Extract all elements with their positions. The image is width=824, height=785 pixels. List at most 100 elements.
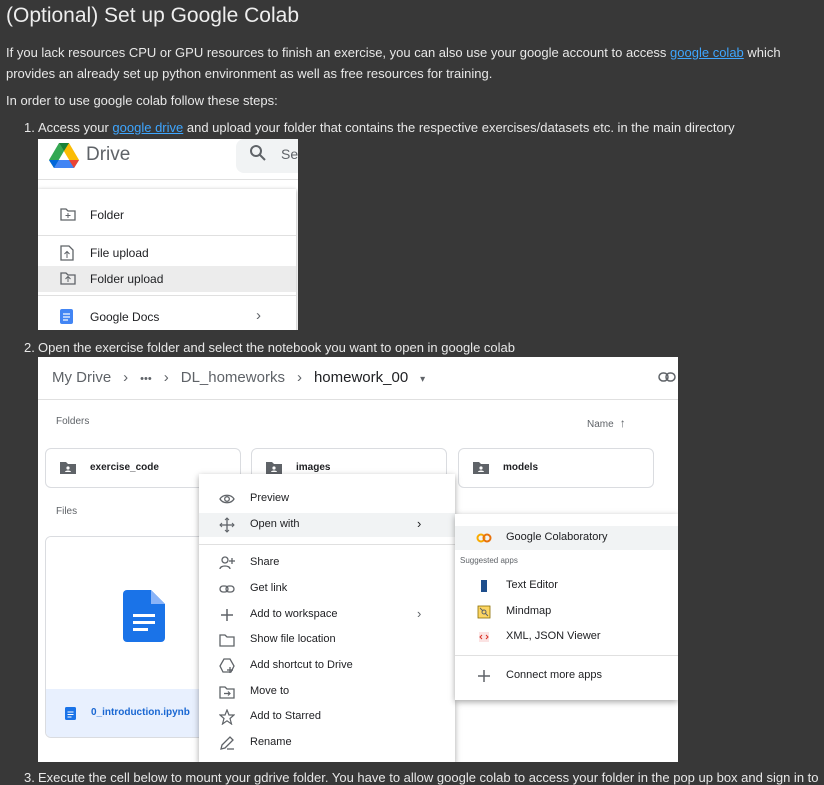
menu-item-add-to-starred[interactable]: Add to Starred (199, 705, 455, 729)
menu-item-label: Connect more apps (506, 669, 602, 681)
search-icon[interactable] (249, 144, 267, 162)
menu-item-open-with[interactable]: Open with › (199, 513, 455, 537)
star-icon (219, 709, 235, 725)
pencil-icon (220, 736, 234, 750)
step-text: Access your (38, 120, 113, 135)
menu-item-google-docs[interactable]: Google Docs › (38, 304, 296, 330)
link-icon (219, 585, 235, 593)
divider (38, 399, 678, 400)
breadcrumb-separator: › (296, 369, 302, 386)
menu-item-add-to-workspace[interactable]: Add to workspace › (199, 603, 455, 627)
breadcrumb-my-drive[interactable]: My Drive (52, 369, 111, 386)
file-upload-icon (60, 245, 74, 261)
folder-shared-icon (60, 462, 76, 474)
google-drive-link[interactable]: google drive (112, 120, 183, 135)
file-context-menu: Preview Open with › Share Get link Add t… (199, 474, 455, 762)
drive-topbar: Drive Sea (38, 139, 298, 180)
plus-icon (478, 670, 490, 682)
step-text: Open the exercise folder and select the … (38, 340, 515, 355)
add-shortcut-icon (219, 658, 235, 673)
menu-item-text-editor[interactable]: Text Editor (455, 574, 678, 598)
folder-name: models (503, 462, 539, 473)
intro-text: If you lack resources CPU or GPU resourc… (6, 45, 671, 60)
chevron-right-icon: › (256, 307, 261, 324)
dropdown-arrow-icon[interactable]: ▾ (420, 374, 425, 385)
menu-item-label: Add to Starred (250, 710, 321, 722)
move-folder-icon (219, 686, 235, 699)
menu-item-get-link[interactable]: Get link (199, 577, 455, 601)
menu-item-folder-upload[interactable]: Folder upload (38, 266, 296, 292)
menu-item-add-shortcut[interactable]: Add shortcut to Drive (199, 654, 455, 678)
menu-item-preview[interactable]: Preview (199, 487, 455, 511)
menu-item-label: Show file location (250, 633, 336, 645)
eye-icon (219, 494, 235, 504)
sort-label: Name (587, 419, 614, 430)
breadcrumb: My Drive › ••• › DL_homeworks › homework_00 ▾ (52, 369, 437, 386)
folder-upload-icon (60, 272, 76, 285)
menu-divider (199, 544, 455, 545)
menu-item-label: XML, JSON Viewer (506, 630, 601, 642)
menu-item-label: Google Docs (90, 310, 160, 324)
xml-viewer-icon (479, 632, 489, 642)
menu-item-file-upload[interactable]: File upload (38, 240, 296, 266)
open-with-submenu: Google Colaboratory Suggested apps Text … (455, 514, 678, 700)
intro-paragraph: If you lack resources CPU or GPU resourc… (6, 42, 818, 84)
menu-divider (38, 235, 296, 236)
chevron-right-icon: › (417, 606, 422, 621)
step-text: Execute the cell below to mount your gdr… (38, 770, 819, 785)
drive-new-menu-screenshot: Drive Sea Folder File upload Folder uplo… (38, 139, 298, 330)
sort-by-name[interactable]: Name ↑ (587, 416, 626, 430)
colab-icon (476, 533, 492, 543)
mindmap-icon (477, 605, 491, 619)
menu-item-label: Preview (250, 492, 290, 504)
drive-app-name: Drive (86, 144, 131, 165)
menu-divider (455, 655, 678, 656)
folder-shared-icon (266, 462, 282, 474)
folder-name: exercise_code (90, 462, 159, 473)
step-number: 3. (24, 770, 35, 785)
google-colab-link[interactable]: google colab (670, 45, 744, 60)
link-icon[interactable] (658, 372, 676, 382)
doc-small-icon (65, 707, 76, 720)
menu-item-label: Get link (250, 582, 288, 594)
breadcrumb-separator: › (123, 369, 129, 386)
folders-heading: Folders (56, 416, 90, 427)
menu-item-label: Folder upload (90, 272, 164, 286)
files-heading: Files (56, 506, 78, 517)
menu-item-label: Google Colaboratory (506, 531, 608, 543)
menu-item-rename[interactable]: Rename (199, 731, 455, 755)
folder-shared-icon (473, 462, 489, 474)
menu-item-label: Mindmap (506, 605, 552, 617)
breadcrumb-dl-homeworks[interactable]: DL_homeworks (181, 369, 285, 386)
menu-item-show-file-location[interactable]: Show file location (199, 628, 455, 652)
document-icon (123, 590, 165, 642)
arrow-up-icon: ↑ (619, 416, 626, 430)
step-1: 1. Access your google drive and upload yo… (24, 120, 735, 135)
breadcrumb-current[interactable]: homework_00 (314, 369, 408, 386)
menu-item-label: Text Editor (506, 579, 558, 591)
step-text-end: and upload your folder that contains the… (183, 120, 735, 135)
step-2: 2. Open the exercise folder and select th… (24, 340, 515, 355)
menu-item-share[interactable]: Share (199, 551, 455, 575)
menu-item-label: Folder (90, 208, 125, 222)
drive-open-with-screenshot: My Drive › ••• › DL_homeworks › homework_00 ▾ F… (38, 357, 678, 762)
menu-item-label: Move to (250, 685, 290, 697)
text-editor-icon (481, 580, 487, 592)
menu-item-xml-json-viewer[interactable]: XML, JSON Viewer (455, 625, 678, 649)
menu-item-connect-more-apps[interactable]: Connect more apps (455, 664, 678, 688)
menu-item-folder[interactable]: Folder (38, 202, 296, 228)
menu-item-move-to[interactable]: Move to (199, 680, 455, 704)
new-item-menu: Folder File upload Folder upload Google … (38, 189, 296, 330)
menu-item-label: Share (250, 556, 280, 568)
menu-item-google-colaboratory[interactable]: Google Colaboratory (455, 526, 678, 550)
search-placeholder: Sea (281, 146, 298, 162)
menu-item-label: Rename (250, 736, 292, 748)
folder-card[interactable]: models (458, 448, 654, 488)
new-folder-icon (60, 208, 76, 221)
folder-icon (219, 634, 235, 647)
breadcrumb-separator: › (163, 369, 169, 386)
breadcrumb-more[interactable]: ••• (140, 373, 152, 385)
google-drive-logo-icon (49, 143, 79, 168)
menu-item-mindmap[interactable]: Mindmap (455, 600, 678, 624)
menu-item-label: Add to workspace (250, 608, 338, 620)
